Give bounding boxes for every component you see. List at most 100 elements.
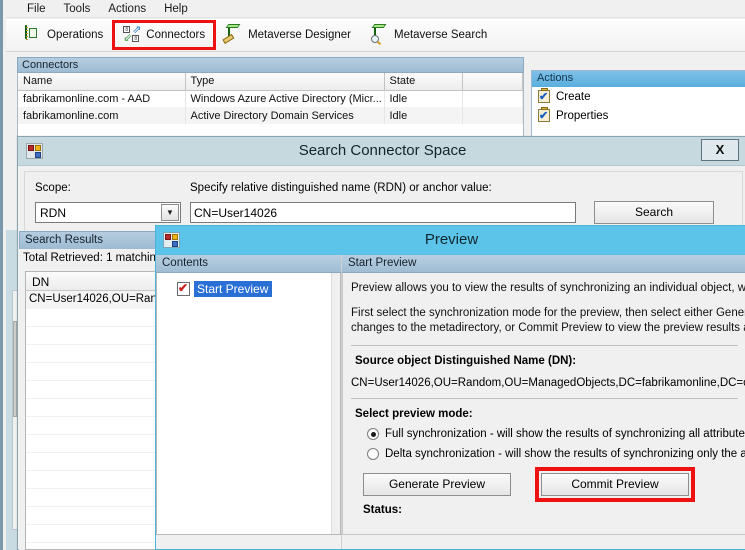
empty-row [26, 507, 156, 525]
menu-item-tools[interactable]: Tools [55, 1, 100, 17]
empty-row [26, 345, 156, 363]
action-item-create[interactable]: Create [532, 87, 745, 106]
empty-row [26, 399, 156, 417]
close-icon[interactable]: X [701, 139, 739, 161]
preview-dialog-title: Preview [424, 231, 479, 248]
clipboard-check-icon [538, 107, 550, 122]
menu-item-help[interactable]: Help [155, 1, 197, 17]
empty-row [26, 489, 156, 507]
scope-label: Scope: [35, 182, 71, 194]
start-preview-title: Start Preview [342, 255, 745, 273]
preview-description-paragraph-2-line-2: changes to the metadirectory, or Commit … [351, 322, 745, 334]
empty-row [26, 363, 156, 381]
column-header-type[interactable]: Type [185, 73, 385, 91]
divider [351, 345, 738, 346]
column-header-state[interactable]: State [384, 73, 463, 91]
toolbar-button-connectors[interactable]: 8 8 ⇗ ⇙ Connectors [112, 20, 217, 50]
cell-extra [462, 107, 523, 124]
empty-row [26, 435, 156, 453]
column-header-name[interactable]: Name [18, 73, 186, 91]
green-book-icon [24, 25, 42, 44]
column-header-dn[interactable]: DN [26, 272, 156, 291]
connectors-table[interactable]: Name Type State fabrikamonline.com - AAD… [17, 72, 524, 140]
connectors-pane: Connectors Name Type State fabrikamonlin… [17, 57, 524, 140]
start-preview-content: Preview allows you to view the results o… [342, 273, 745, 535]
toolbar-button-operations[interactable]: Operations [16, 23, 111, 47]
cell-type: Windows Azure Active Directory (Micr... [185, 90, 385, 107]
rdn-input[interactable]: CN=User14026 [190, 202, 576, 223]
toolbar-button-metaverse-search[interactable]: Metaverse Search [363, 23, 495, 47]
empty-row [26, 543, 156, 549]
source-dn-heading: Source object Distinguished Name (DN): [355, 355, 577, 367]
action-item-create-label: Create [556, 90, 591, 103]
toolbar-button-metaverse-search-label: Metaverse Search [393, 29, 488, 41]
chevron-down-icon[interactable]: ▼ [161, 204, 179, 221]
connectors-pane-title: Connectors [17, 57, 524, 72]
menu-item-file[interactable]: File [18, 1, 55, 17]
commit-preview-button[interactable]: Commit Preview [535, 467, 695, 502]
tree-item-start-preview[interactable]: Start Preview [177, 281, 273, 297]
empty-row [26, 471, 156, 489]
empty-row [26, 453, 156, 471]
preview-description-paragraph-1: Preview allows you to view the results o… [351, 282, 745, 294]
toolbar-button-metaverse-designer[interactable]: Metaverse Designer [217, 23, 359, 47]
tree-item-start-preview-label: Start Preview [194, 281, 273, 297]
toolbar: Operations 8 8 ⇗ ⇙ Connectors Metaverse … [6, 19, 745, 52]
list-item[interactable]: CN=User14026,OU=Rand [26, 291, 156, 309]
cell-state: Idle [384, 107, 463, 124]
empty-row [26, 327, 156, 345]
contents-pane-title: Contents [156, 255, 341, 273]
menu-item-actions[interactable]: Actions [99, 1, 155, 17]
toolbar-button-operations-label: Operations [47, 29, 104, 41]
contents-pane: Contents Start Preview [156, 255, 342, 549]
empty-row [26, 525, 156, 543]
search-button[interactable]: Search [594, 201, 714, 224]
search-results-grid[interactable]: DN CN=User14026,OU=Rand [25, 271, 157, 550]
empty-row [26, 309, 156, 327]
search-results-title: Search Results [19, 231, 157, 249]
radio-full-synchronization-label: Full synchronization - will show the res… [385, 428, 745, 440]
source-dn-value: CN=User14026,OU=Random,OU=ManagedObjects… [351, 377, 745, 389]
vertical-scrollbar[interactable] [331, 273, 340, 534]
preview-dialog-titlebar[interactable]: Preview [156, 226, 745, 255]
actions-pane: Actions Create Properties [531, 70, 745, 140]
actions-pane-title: Actions [532, 71, 745, 87]
scope-select[interactable]: RDN ▼ [35, 202, 181, 223]
toolbar-button-connectors-label: Connectors [146, 29, 206, 41]
table-row[interactable]: fabrikamonline.com - AAD Windows Azure A… [18, 90, 523, 107]
green-cube-magnifier-icon [370, 25, 389, 44]
radio-delta-synchronization[interactable]: Delta synchronization - will show the re… [367, 448, 745, 460]
radio-delta-synchronization-label: Delta synchronization - will show the re… [385, 448, 745, 460]
green-cube-ruler-icon [222, 25, 243, 44]
document-check-icon [177, 281, 190, 296]
menu-bar: File Tools Actions Help [6, 0, 745, 18]
scope-select-value: RDN [40, 206, 66, 220]
search-dialog-title: Search Connector Space [298, 142, 467, 159]
generate-preview-button[interactable]: Generate Preview [363, 473, 511, 496]
cell-type: Active Directory Domain Services [185, 107, 385, 124]
preview-mode-heading: Select preview mode: [355, 408, 473, 420]
sync-service-manager-window: File Tools Actions Help Operations 8 8 ⇗… [0, 0, 745, 550]
toolbar-button-metaverse-designer-label: Metaverse Designer [248, 29, 351, 41]
contents-tree[interactable]: Start Preview [156, 273, 341, 535]
connectors-arrows-icon: 8 8 ⇗ ⇙ [123, 24, 142, 44]
radio-button-icon[interactable] [367, 448, 379, 460]
status-label: Status: [363, 504, 402, 516]
clipboard-check-icon [538, 88, 550, 103]
preview-dialog-body: Contents Start Preview Start Preview Pre… [156, 255, 745, 549]
preview-dialog: Preview Contents Start Preview Start Pre… [155, 225, 745, 550]
radio-button-icon[interactable] [367, 428, 379, 440]
table-row[interactable]: fabrikamonline.com Active Directory Doma… [18, 107, 523, 124]
preview-button-row: Generate Preview Commit Preview [363, 467, 745, 502]
preview-description-paragraph-2-line-1: First select the synchronization mode fo… [351, 307, 745, 319]
search-results-total: Total Retrieved: 1 matchin [19, 249, 157, 269]
empty-row [26, 381, 156, 399]
action-item-properties[interactable]: Properties [532, 106, 745, 125]
empty-row [26, 417, 156, 435]
connectors-table-header-row: Name Type State [18, 73, 523, 91]
start-preview-pane: Start Preview Preview allows you to view… [342, 255, 745, 549]
search-dialog-titlebar[interactable]: Search Connector Space X [18, 137, 745, 166]
column-header-extra[interactable] [462, 73, 523, 91]
radio-full-synchronization[interactable]: Full synchronization - will show the res… [367, 428, 745, 440]
cell-state: Idle [384, 90, 463, 107]
